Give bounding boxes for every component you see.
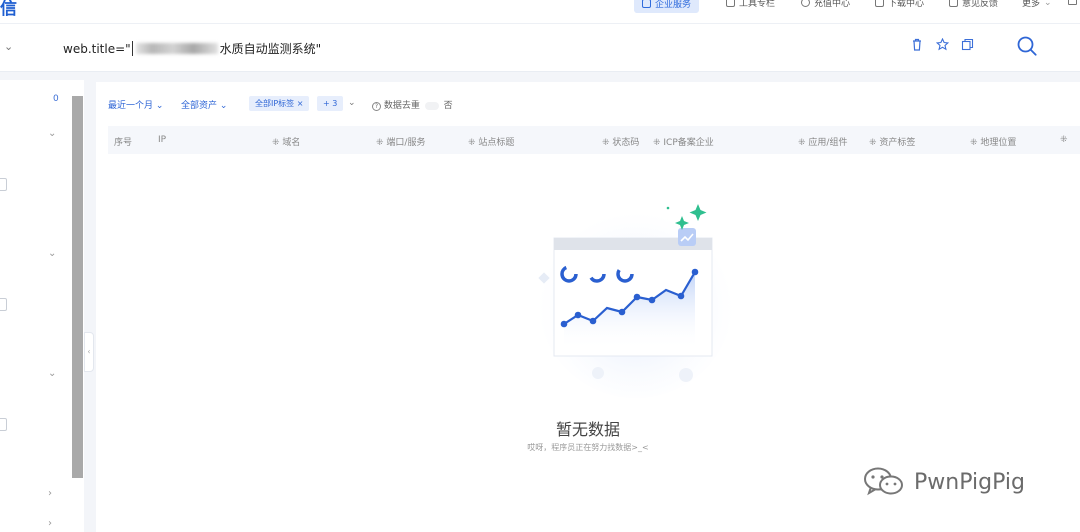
redacted-text [135, 43, 218, 54]
coin-icon [801, 0, 810, 7]
decor-dot [679, 368, 693, 382]
column-header[interactable]: IP [158, 135, 166, 145]
chevron-down-icon[interactable]: ⌄ [48, 248, 56, 259]
scrollbar-thumb[interactable] [72, 96, 83, 478]
nav-enterprise-service[interactable]: 企业服务 [634, 0, 700, 13]
expand-tags-button[interactable]: ⌄ [348, 98, 356, 108]
top-nav: 信 企业服务 工具专栏 充值中心 下载中心 意见反馈 更多 ⌄ [0, 0, 1080, 24]
chevron-down-icon[interactable]: ⌄ [4, 40, 13, 53]
column-header[interactable]: ⁜ 站点标题 [468, 135, 514, 148]
column-header[interactable]: ⁜ 资产标签 [869, 135, 915, 148]
sparkle-icon [689, 204, 707, 221]
asset-scope-dropdown[interactable]: 全部资产 ⌄ [181, 98, 227, 111]
chevron-down-icon[interactable]: ⌄ [48, 128, 56, 139]
lock-icon [0, 418, 7, 431]
decor-dot [592, 367, 604, 379]
result-count: 0 [53, 94, 59, 104]
more-tags-chip[interactable]: + 3 [317, 96, 344, 111]
chevron-down-icon[interactable]: ⌄ [48, 368, 56, 379]
nav-recharge[interactable]: 充值中心 [801, 0, 850, 9]
chevron-down-icon: ⌄ [219, 101, 228, 111]
lock-icon [0, 298, 7, 311]
chevron-right-icon[interactable]: › [48, 488, 52, 499]
star-icon[interactable] [935, 37, 949, 52]
toggle-switch[interactable] [424, 101, 439, 110]
nav-more[interactable]: 更多 ⌄ [1022, 0, 1052, 9]
column-header[interactable]: ⁜ 状态码 [602, 135, 639, 148]
bell-icon [1068, 0, 1077, 5]
chevron-right-icon[interactable]: › [48, 518, 52, 529]
download-icon [875, 0, 884, 7]
feedback-icon [949, 0, 958, 7]
text-cursor [131, 41, 133, 56]
column-header[interactable]: ⁜ 端口/服务 [376, 135, 425, 148]
enterprise-icon [642, 0, 651, 8]
nav-notification[interactable] [1068, 0, 1077, 5]
column-header[interactable]: ⁜ 应用/组件 [798, 135, 847, 148]
chevron-down-icon: ⌄ [1044, 0, 1052, 8]
close-icon[interactable]: × [297, 99, 304, 108]
empty-state-illustration [538, 202, 734, 398]
nav-download[interactable]: 下载中心 [875, 0, 924, 9]
lock-icon [0, 178, 7, 191]
empty-state-title: 暂无数据 [555, 420, 620, 439]
nav-tools[interactable]: 工具专栏 [726, 0, 775, 9]
filter-sidebar: 0 ⌄ ⌄ ⌄ › › [0, 80, 70, 532]
trash-icon[interactable] [910, 38, 924, 52]
search-icon[interactable] [1016, 35, 1038, 57]
collapse-sidebar-handle[interactable]: ‹ [84, 332, 94, 372]
help-icon: ? [372, 102, 381, 111]
search-bar: ⌄ web.title=" 水质自动监测系统" [0, 24, 1080, 72]
watermark: PwnPigPig [862, 466, 1025, 498]
column-header[interactable]: 序号 [114, 135, 132, 148]
column-header[interactable]: ⁜ 域名 [272, 135, 300, 148]
trend-badge-icon [678, 228, 696, 246]
column-header[interactable]: ⁜ [1060, 135, 1068, 145]
time-range-dropdown[interactable]: 最近一个月 ⌄ [108, 98, 163, 111]
results-panel: 最近一个月 ⌄ 全部资产 ⌄ 全部IP标签 × + 3 ⌄ ? 数据去重 否 序… [96, 82, 1080, 532]
nav-feedback[interactable]: 意见反馈 [949, 0, 998, 9]
column-header[interactable]: ⁜ ICP备案企业 [653, 135, 714, 148]
column-header[interactable]: ⁜ 地理位置 [970, 135, 1016, 148]
copy-icon[interactable] [960, 38, 974, 52]
toolbox-icon [726, 0, 735, 7]
brand-logo[interactable]: 信 [0, 0, 18, 19]
ip-tag-chip[interactable]: 全部IP标签 × [249, 96, 310, 111]
wechat-icon [864, 467, 903, 496]
table-header: 序号 IP ⁜ 域名 ⁜ 端口/服务 ⁜ 站点标题 ⁜ 状态码 ⁜ ICP备案企… [108, 126, 1080, 154]
empty-state-subtitle: 哎呀，程序员正在努力找数据>_< [527, 443, 649, 452]
chevron-down-icon: ⌄ [155, 101, 164, 111]
search-input[interactable]: web.title=" 水质自动监测系统" [63, 40, 321, 57]
dedupe-toggle[interactable]: ? 数据去重 否 [372, 98, 453, 111]
